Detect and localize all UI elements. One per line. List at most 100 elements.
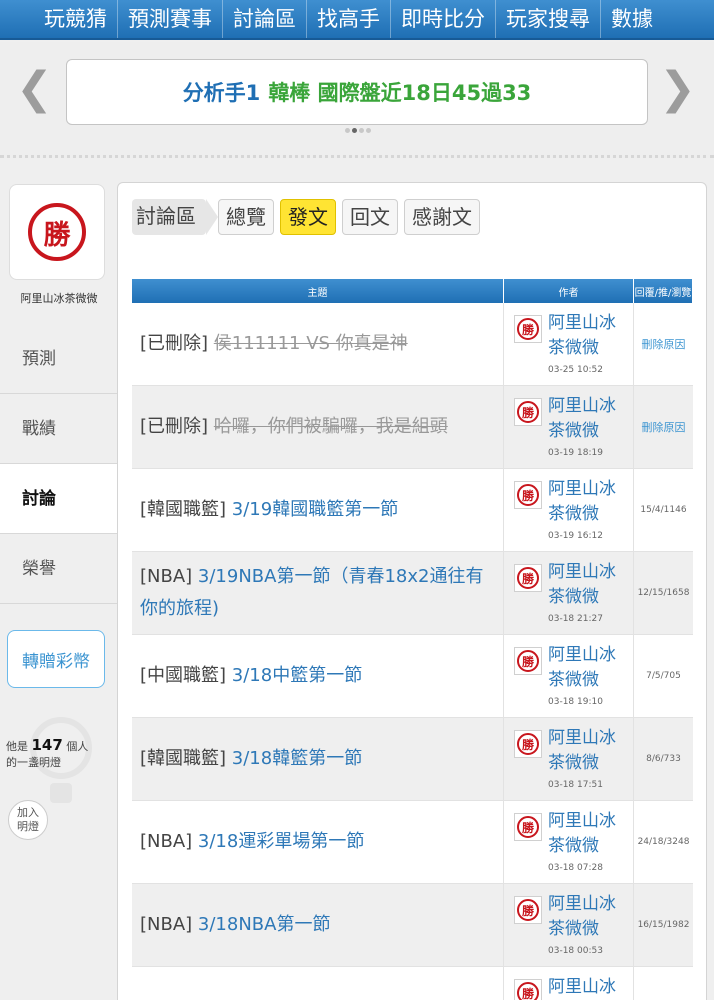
win-badge-icon: 勝 [517,733,539,755]
table-row[interactable]: [已刪除] 哈囉，你們被騙囉，我是組頭 勝阿里山冰 茶微微 03-19 18:19 刪除… [132,386,693,469]
author-name[interactable]: 阿里山冰 茶微微 [548,726,628,776]
topic-text: [中國職籃] 3/18中籃第一節 [140,660,362,692]
author-name-line1: 阿里山冰 [548,562,616,582]
nav-item-experts[interactable]: 找高手 [307,0,391,38]
topic-cell[interactable]: [NBA] 3/18運彩單場第一節 [132,801,504,883]
sidebar-item-record[interactable]: 戰績 [0,394,118,464]
table-row[interactable]: [韓國職籃] 3/18韓籃第一節 勝阿里山冰 茶微微 03-18 17:51 8/6/7… [132,718,693,801]
sidebar-nav: 預測 戰績 討論 榮譽 [0,324,120,604]
chevron-right-icon[interactable]: ❯ [659,64,696,114]
tab-replies[interactable]: 回文 [342,199,398,235]
author-avatar[interactable]: 勝 [514,896,542,924]
author-name[interactable]: 阿里山冰 茶微微 [548,477,628,527]
topic-title: 哈囉，你們被騙囉，我是組頭 [213,416,448,437]
author-name[interactable]: 阿里山冰 茶微微 [548,311,628,361]
table-row[interactable]: [韓國職籃] 3/19韓國職籃第一節 勝阿里山冰 茶微微 03-19 16:12 15/… [132,469,693,552]
topic-category: [韓國職籃] [140,499,227,520]
nav-item-live-score[interactable]: 即時比分 [391,0,496,38]
sidebar-item-predictions[interactable]: 預測 [0,324,118,394]
author-name-line2: 茶微微 [548,587,599,607]
avatar[interactable]: 勝 [9,184,105,280]
topic-cell[interactable]: [NBA] 3/18NBA第一節 [132,884,504,966]
carousel-dot[interactable] [366,128,371,133]
post-stats: 8/6/733 [646,754,681,764]
author-cell: 勝阿里山冰 茶微微 03-18 19:10 [504,635,634,717]
post-stats: 12/15/1658 [637,588,690,598]
sidebar-username: 阿里山冰茶微微 [20,292,98,305]
table-row[interactable]: [已刪除] 侯111111 VS 你真是神 勝阿里山冰 茶微微 03-25 10:52… [132,303,693,386]
topic-cell[interactable] [132,967,504,1000]
nav-item-games[interactable]: 玩競猜 [0,0,118,38]
author-name[interactable]: 阿里山冰 茶微微 [548,560,628,610]
author-name-line1: 阿里山冰 [548,728,616,748]
gift-coins-button[interactable]: 轉贈彩幣 [7,630,105,688]
nav-item-forum[interactable]: 討論區 [223,0,307,38]
carousel-dot[interactable] [345,128,350,133]
win-badge-icon: 勝 [517,982,539,1000]
carousel-dots [345,128,371,133]
nav-item-predict[interactable]: 預測賽事 [118,0,223,38]
table-row[interactable]: [NBA] 3/18NBA第一節 勝阿里山冰 茶微微 03-18 00:53 16/15… [132,884,693,967]
topic-text: [韓國職籃] 3/19韓國職籃第一節 [140,494,398,526]
topic-cell[interactable]: [中國職籃] 3/18中籃第一節 [132,635,504,717]
table-row[interactable]: [NBA] 3/19NBA第一節（青春18x2通往有你的旅程) 勝阿里山冰 茶微微 0… [132,552,693,635]
tab-posts[interactable]: 發文 [280,199,336,235]
tab-overview[interactable]: 總覽 [218,199,274,235]
author-avatar[interactable]: 勝 [514,979,542,1000]
author-name-line2: 茶微微 [548,836,599,856]
author-avatar[interactable]: 勝 [514,813,542,841]
table-row[interactable]: [NBA] 3/18運彩單場第一節 勝阿里山冰 茶微微 03-18 07:28 24/1… [132,801,693,884]
delete-reason-link[interactable]: 刪除原因 [634,303,693,385]
sidebar-item-discussion[interactable]: 討論 [0,464,120,534]
carousel-dot[interactable] [359,128,364,133]
author-name[interactable]: 阿里山冰 茶微微 [548,643,628,693]
author-cell: 勝阿里山冰 茶微微 03-18 07:28 [504,801,634,883]
topic-title[interactable]: 3/19NBA第一節（青春18x2通往有你的旅程) [140,566,483,619]
post-date: 03-18 00:53 [548,946,603,956]
topic-cell[interactable]: [已刪除] 哈囉，你們被騙囉，我是組頭 [132,386,504,468]
topic-category: [韓國職籃] [140,748,227,769]
author-name-line2: 茶微微 [548,421,599,441]
topic-cell[interactable]: [韓國職籃] 3/18韓籃第一節 [132,718,504,800]
topic-title[interactable]: 3/18中籃第一節 [232,665,362,686]
join-line2: 明燈 [17,820,39,833]
nav-item-data[interactable]: 數據 [601,0,663,38]
author-name[interactable]: 阿里山冰 茶微微 [548,394,628,444]
join-lamp-button[interactable]: 加入 明燈 [8,800,48,840]
table-body: [已刪除] 侯111111 VS 你真是神勝阿里山冰 茶微微 03-25 10:52… [132,303,693,1000]
topic-text: [韓國職籃] 3/18韓籃第一節 [140,743,362,775]
topic-title[interactable]: 3/18NBA第一節 [198,914,331,935]
breadcrumb[interactable]: 討論區 [132,199,218,235]
header-topic: 主題 [132,279,504,303]
delete-reason-link[interactable]: 刪除原因 [634,386,693,468]
topic-title[interactable]: 3/18韓籃第一節 [232,748,362,769]
topic-cell[interactable]: [已刪除] 侯111111 VS 你真是神 [132,303,504,385]
nav-item-player-search[interactable]: 玩家搜尋 [496,0,601,38]
top-nav: 玩競猜 預測賽事 討論區 找高手 即時比分 玩家搜尋 數據 [0,0,714,40]
author-name[interactable]: 阿里山冰 茶微微 [548,892,628,942]
author-avatar[interactable]: 勝 [514,564,542,592]
author-avatar[interactable]: 勝 [514,398,542,426]
table-row[interactable]: 勝阿里山冰 [132,967,693,1000]
carousel-dot-active[interactable] [352,128,357,133]
author-name[interactable]: 阿里山冰 茶微微 [548,809,628,859]
author-avatar[interactable]: 勝 [514,481,542,509]
win-badge-icon: 勝 [517,318,539,340]
topic-cell[interactable]: [韓國職籃] 3/19韓國職籃第一節 [132,469,504,551]
topic-cell[interactable]: [NBA] 3/19NBA第一節（青春18x2通往有你的旅程) [132,552,504,634]
topic-title[interactable]: 3/18運彩單場第一節 [198,831,364,852]
topic-category: [已刪除] [140,333,209,354]
author-avatar[interactable]: 勝 [514,647,542,675]
tab-thanks[interactable]: 感謝文 [404,199,480,235]
author-avatar[interactable]: 勝 [514,315,542,343]
sidebar-item-honors[interactable]: 榮譽 [0,534,118,604]
table-row[interactable]: [中國職籃] 3/18中籃第一節 勝阿里山冰 茶微微 03-18 19:10 7/5/7… [132,635,693,718]
author-name-line1: 阿里山冰 [548,977,616,997]
win-badge-icon: 勝 [517,401,539,423]
author-avatar[interactable]: 勝 [514,730,542,758]
ticker-card[interactable]: 分析手1 韓棒 國際盤近18日45過33 [66,59,648,125]
author-name[interactable]: 阿里山冰 [548,975,628,1000]
topic-title[interactable]: 3/19韓國職籃第一節 [232,499,398,520]
chevron-left-icon[interactable]: ❮ [16,64,53,114]
sidebar: 勝 阿里山冰茶微微 預測 戰績 討論 榮譽 轉贈彩幣 他是 147 個人 的一盞… [0,182,120,1000]
